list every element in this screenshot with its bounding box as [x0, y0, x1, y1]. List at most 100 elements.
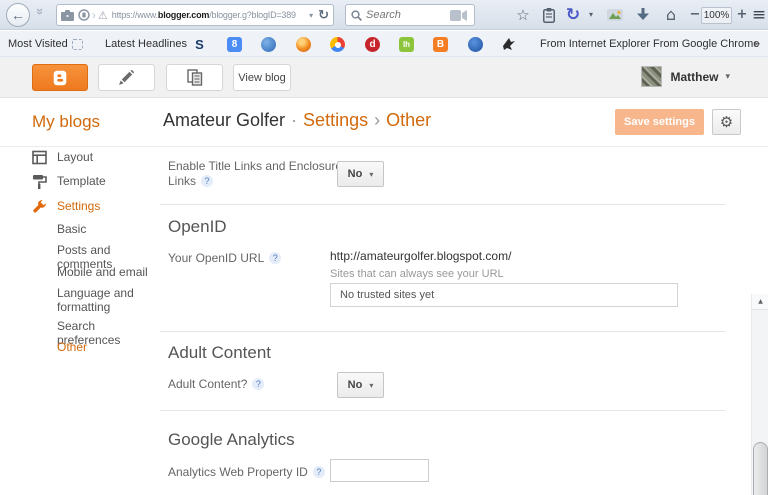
new-post-button[interactable]: [98, 64, 155, 91]
back-button[interactable]: ←: [6, 3, 30, 27]
scrollbar-up-button[interactable]: ▲: [752, 294, 768, 310]
adult-content-select[interactable]: No ▾: [337, 372, 384, 398]
avatar: [641, 66, 663, 87]
sidebar-item-other[interactable]: Other: [32, 340, 155, 354]
sidebar-item-label: Layout: [57, 150, 94, 164]
zoom-level[interactable]: 100%: [701, 7, 732, 24]
warning-triangle-icon: ⚠: [97, 8, 108, 22]
adult-content-help-icon[interactable]: ?: [252, 378, 265, 390]
search-icon: [351, 9, 362, 21]
blue-favicon[interactable]: [468, 37, 483, 52]
globe-favicon[interactable]: [261, 37, 276, 52]
view-blog-button[interactable]: View blog: [233, 64, 291, 91]
adult-content-value: No: [347, 379, 363, 391]
gear-button[interactable]: ⚙: [712, 109, 741, 135]
section-divider: [160, 410, 725, 411]
sidebar-item-label: Language and formatting: [57, 286, 134, 314]
bookmark-latest-headlines[interactable]: Latest Headlines: [105, 38, 187, 50]
bookmark-most-visited[interactable]: Most Visited: [8, 38, 68, 50]
title-links-help-icon[interactable]: ?: [201, 175, 214, 187]
pencil-icon: [119, 70, 134, 85]
bookmark-folder-icon[interactable]: [72, 39, 83, 50]
url-separator-icon: ›: [91, 8, 96, 22]
adult-content-label: Adult Content??: [168, 377, 265, 392]
menu-icon[interactable]: ≡: [748, 5, 768, 25]
adult-content-label-text: Adult Content?: [168, 377, 248, 391]
history-chevron-icon[interactable]: »: [33, 8, 48, 15]
scrollbar-thumb[interactable]: [753, 442, 768, 495]
downloads-icon[interactable]: [632, 5, 654, 25]
url-prefix: https://www.: [111, 10, 158, 20]
trusted-sites-caption: Sites that can always see your URL: [330, 268, 504, 280]
blogger-logo-icon: [53, 70, 67, 85]
sidebar-item-settings[interactable]: Settings: [32, 199, 155, 215]
d-favicon[interactable]: d: [365, 37, 380, 52]
url-path: /blogger.g?blogID=389: [209, 10, 296, 20]
firefox-favicon[interactable]: [296, 37, 311, 52]
reload-icon[interactable]: ↻: [318, 8, 329, 23]
bookmarks-panel-icon[interactable]: [538, 5, 560, 25]
bookmark-from-chrome[interactable]: From Google Chrome: [653, 38, 759, 50]
account-caret-icon: ▾: [725, 71, 730, 82]
bookmarks-overflow-chevron[interactable]: »: [754, 38, 760, 50]
breadcrumb: Amateur Golfer · Settings › Other: [163, 110, 431, 131]
video-camera-icon[interactable]: [447, 5, 469, 25]
home-icon[interactable]: ⌂: [660, 5, 682, 25]
page-scrollbar[interactable]: ▲: [751, 294, 768, 495]
browser-toolbar: ← » › ⚠ https://www.blogger.com/blogger.…: [0, 0, 768, 30]
account-menu[interactable]: Matthew ▾: [641, 66, 730, 87]
bookmark-from-ie[interactable]: From Internet Explorer: [540, 38, 650, 50]
view-blog-label: View blog: [238, 71, 286, 84]
blog-title: Amateur Golfer: [163, 110, 286, 130]
blogger-favicon[interactable]: B: [433, 37, 448, 52]
select-caret-icon: ▾: [369, 169, 374, 179]
bird-favicon[interactable]: [502, 37, 517, 52]
photos-icon[interactable]: [604, 5, 626, 25]
url-dropdown-icon[interactable]: ▾: [309, 11, 313, 20]
scrollbar-up-icon: ▲: [758, 298, 763, 305]
pages-icon: [186, 69, 202, 86]
sidebar-item-label: Template: [57, 174, 106, 188]
sync-caret-icon[interactable]: ▾: [580, 5, 602, 25]
blogger-home-button[interactable]: [32, 64, 88, 91]
sidebar-item-basic[interactable]: Basic: [32, 222, 155, 236]
identity-shield-icon[interactable]: [78, 9, 90, 21]
eight-favicon[interactable]: 8: [227, 37, 242, 52]
bookmark-star-icon[interactable]: ☆: [512, 5, 534, 25]
trusted-sites-box: No trusted sites yet: [330, 283, 678, 307]
briefcase-icon: [61, 9, 74, 21]
openid-url-label-text: Your OpenID URL: [168, 251, 265, 265]
page-header: My blogs Amateur Golfer · Settings › Other S…: [0, 98, 768, 147]
sidebar-item-label: Basic: [57, 222, 87, 236]
sidebar-item-layout[interactable]: Layout: [32, 150, 155, 166]
my-blogs-link[interactable]: My blogs: [32, 112, 100, 132]
sidebar-item-label: Settings: [57, 199, 101, 213]
google-analytics-heading: Google Analytics: [168, 430, 295, 449]
bookmarks-bar: Most Visited Latest Headlines S 8 d lh B…: [0, 31, 768, 57]
title-links-label: Enable Title Links and Enclosure Links?: [168, 159, 350, 189]
s-favicon[interactable]: S: [192, 37, 207, 52]
url-text: https://www.blogger.com/blogger.g?blogID…: [112, 10, 307, 20]
chrome-favicon-center: [334, 41, 341, 48]
chrome-favicon[interactable]: [330, 37, 345, 52]
layout-icon: [32, 150, 48, 166]
lifehacker-favicon[interactable]: lh: [399, 37, 414, 52]
wrench-icon: [32, 199, 48, 215]
breadcrumb-chevron: ›: [374, 110, 381, 130]
url-bar[interactable]: › ⚠ https://www.blogger.com/blogger.g?bl…: [56, 4, 334, 26]
sidebar-item-language-and-formatting[interactable]: Language and formatting: [32, 286, 155, 314]
settings-link[interactable]: Settings: [303, 110, 368, 130]
sidebar-item-template[interactable]: Template: [32, 174, 155, 190]
breadcrumb-dot: ·: [291, 110, 298, 130]
pages-button[interactable]: [166, 64, 223, 91]
sidebar-item-label: Other: [57, 340, 88, 354]
title-links-select[interactable]: No ▾: [337, 161, 384, 187]
analytics-id-label: Analytics Web Property ID?: [168, 465, 325, 480]
analytics-id-input[interactable]: [330, 459, 429, 482]
save-settings-button[interactable]: Save settings: [615, 109, 704, 135]
other-link[interactable]: Other: [386, 110, 431, 130]
openid-help-icon[interactable]: ?: [269, 252, 282, 264]
template-roller-icon: [32, 174, 48, 190]
analytics-help-icon[interactable]: ?: [312, 466, 325, 478]
sidebar-item-mobile-and-email[interactable]: Mobile and email: [32, 265, 155, 279]
